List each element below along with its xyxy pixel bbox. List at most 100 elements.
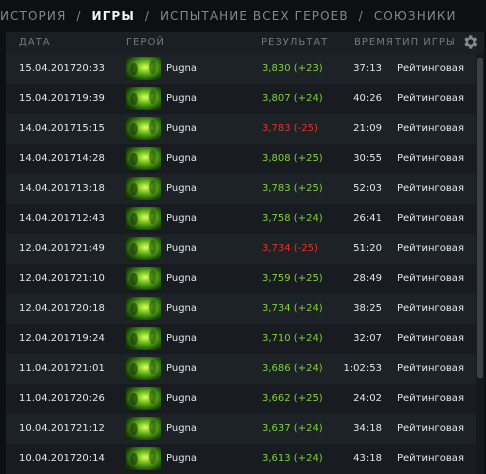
table-row[interactable]: 14.04.2017 13:18 Pugna 3,783 (+25) 52:03 Рейт… — [6, 174, 476, 204]
header-result[interactable]: РЕЗУЛЬТАТ — [261, 37, 328, 48]
match-duration: 30:55 — [353, 153, 382, 164]
match-time: 21:01 — [76, 363, 105, 374]
hero-portrait — [126, 327, 161, 350]
match-result: 3,686 (+24) — [262, 363, 323, 374]
match-duration: 52:03 — [353, 183, 382, 194]
match-date: 15.04.2017 — [19, 93, 77, 104]
hero-name: Pugna — [166, 453, 198, 464]
match-result: 3,613 (+24) — [262, 453, 323, 464]
hero-portrait — [126, 87, 161, 110]
hero-name: Pugna — [166, 363, 198, 374]
game-type: Рейтинговая — [397, 213, 464, 224]
header-game-type[interactable]: ТИП ИГРЫ — [395, 37, 456, 48]
tab-history[interactable]: ИСТОРИЯ — [0, 9, 66, 23]
header-duration[interactable]: ВРЕМЯ — [354, 37, 394, 48]
match-result: 3,807 (+24) — [262, 93, 323, 104]
game-type: Рейтинговая — [397, 393, 464, 404]
match-result: 3,759 (+25) — [262, 273, 323, 284]
match-duration: 24:02 — [353, 393, 382, 404]
match-result: 3,637 (+24) — [262, 423, 323, 434]
match-date: 14.04.2017 — [19, 213, 77, 224]
match-time: 20:14 — [76, 453, 105, 464]
match-date: 10.04.2017 — [19, 423, 77, 434]
game-type: Рейтинговая — [397, 63, 464, 74]
match-result: 3,783 (-25) — [262, 123, 318, 134]
match-time: 13:18 — [76, 183, 105, 194]
table-row[interactable]: 10.04.2017 21:12 Pugna 3,637 (+24) 34:18 Рейт… — [6, 414, 476, 444]
match-time: 14:28 — [76, 153, 105, 164]
match-duration: 43:18 — [353, 453, 382, 464]
match-duration: 51:20 — [353, 243, 382, 254]
hero-name: Pugna — [166, 333, 198, 344]
hero-name: Pugna — [166, 273, 198, 284]
match-result: 3,808 (+25) — [262, 153, 323, 164]
scrollbar-thumb[interactable] — [477, 58, 483, 378]
match-time: 12:43 — [76, 213, 105, 224]
table-row[interactable]: 15.04.2017 19:39 Pugna 3,807 (+24) 40:26 Рейт… — [6, 84, 476, 114]
match-duration: 40:26 — [353, 93, 382, 104]
hero-portrait — [126, 417, 161, 440]
hero-portrait — [126, 267, 161, 290]
table-row[interactable]: 10.04.2017 20:14 Pugna 3,613 (+24) 43:18 Рейт… — [6, 444, 476, 474]
tab-allies[interactable]: СОЮЗНИКИ — [374, 9, 457, 23]
match-duration: 34:18 — [353, 423, 382, 434]
match-duration: 37:13 — [353, 63, 382, 74]
hero-name: Pugna — [166, 123, 198, 134]
header-date[interactable]: ДАТА — [19, 37, 51, 48]
nav-separator: / — [76, 9, 82, 23]
hero-portrait — [126, 387, 161, 410]
match-result: 3,734 (+24) — [262, 303, 323, 314]
table-row[interactable]: 11.04.2017 20:26 Pugna 3,662 (+25) 24:02 Рейт… — [6, 384, 476, 414]
match-time: 21:12 — [76, 423, 105, 434]
match-date: 14.04.2017 — [19, 183, 77, 194]
match-duration: 32:07 — [353, 333, 382, 344]
match-duration: 28:49 — [353, 273, 382, 284]
tab-all-heroes-challenge[interactable]: ИСПЫТАНИЕ ВСЕХ ГЕРОЕВ — [160, 9, 349, 23]
game-type: Рейтинговая — [397, 363, 464, 374]
table-row[interactable]: 12.04.2017 19:24 Pugna 3,710 (+24) 32:07 Рейт… — [6, 324, 476, 354]
match-result: 3,734 (-25) — [262, 243, 318, 254]
scrollbar[interactable] — [476, 54, 484, 474]
hero-name: Pugna — [166, 303, 198, 314]
table-row[interactable]: 14.04.2017 15:15 Pugna 3,783 (-25) 21:09 Рейт… — [6, 114, 476, 144]
game-type: Рейтинговая — [397, 153, 464, 164]
match-result: 3,830 (+23) — [262, 63, 323, 74]
hero-portrait — [126, 207, 161, 230]
match-date: 12.04.2017 — [19, 273, 77, 284]
table-row[interactable]: 12.04.2017 21:10 Pugna 3,759 (+25) 28:49 Рейт… — [6, 264, 476, 294]
table-row[interactable]: 14.04.2017 14:28 Pugna 3,808 (+25) 30:55 Рейт… — [6, 144, 476, 174]
match-time: 19:24 — [76, 333, 105, 344]
match-date: 12.04.2017 — [19, 303, 77, 314]
hero-portrait — [126, 177, 161, 200]
match-date: 12.04.2017 — [19, 243, 77, 254]
game-type: Рейтинговая — [397, 273, 464, 284]
match-result: 3,710 (+24) — [262, 333, 323, 344]
match-date: 14.04.2017 — [19, 123, 77, 134]
hero-portrait — [126, 117, 161, 140]
hero-portrait — [126, 57, 161, 80]
table-row[interactable]: 12.04.2017 21:49 Pugna 3,734 (-25) 51:20 Рейт… — [6, 234, 476, 264]
match-duration: 1:02:53 — [343, 363, 382, 374]
game-type: Рейтинговая — [397, 423, 464, 434]
game-type: Рейтинговая — [397, 453, 464, 464]
hero-portrait — [126, 237, 161, 260]
hero-name: Pugna — [166, 213, 198, 224]
match-time: 20:18 — [76, 303, 105, 314]
hero-portrait — [126, 297, 161, 320]
hero-name: Pugna — [166, 243, 198, 254]
table-row[interactable]: 11.04.2017 21:01 Pugna 3,686 (+24) 1:02:53 Ре… — [6, 354, 476, 384]
nav-separator: / — [144, 9, 151, 23]
header-hero[interactable]: ГЕРОЙ — [126, 37, 165, 48]
table-row[interactable]: 14.04.2017 12:43 Pugna 3,758 (+24) 26:41 Рейт… — [6, 204, 476, 234]
matches-panel: ДАТА ГЕРОЙ РЕЗУЛЬТАТ ВРЕМЯ ТИП ИГРЫ 15.0… — [6, 32, 484, 474]
match-date: 10.04.2017 — [19, 453, 77, 464]
hero-name: Pugna — [166, 93, 198, 104]
table-header: ДАТА ГЕРОЙ РЕЗУЛЬТАТ ВРЕМЯ ТИП ИГРЫ — [6, 32, 484, 54]
match-time: 20:33 — [76, 63, 105, 74]
table-row[interactable]: 12.04.2017 20:18 Pugna 3,734 (+24) 38:25 Рейт… — [6, 294, 476, 324]
table-row[interactable]: 15.04.2017 20:33 Pugna 3,830 (+23) 37:13 Рейт… — [6, 54, 476, 84]
gear-icon[interactable] — [461, 33, 479, 51]
match-result: 3,758 (+24) — [262, 213, 323, 224]
hero-portrait — [126, 447, 161, 470]
tab-games[interactable]: ИГРЫ — [92, 9, 135, 23]
